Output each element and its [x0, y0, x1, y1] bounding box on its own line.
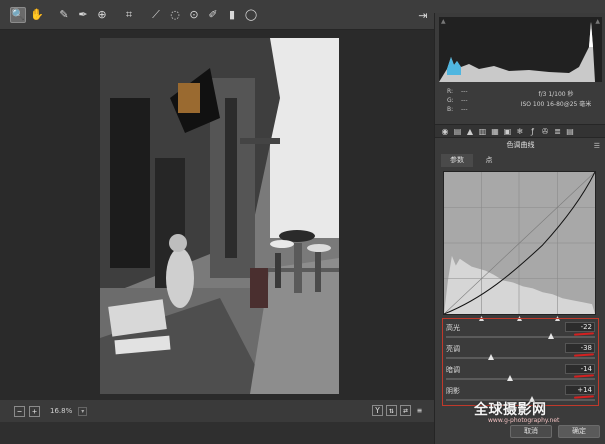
tab-point[interactable]: 点 [473, 154, 505, 167]
camera-exposure: f/3 1/100 秒 [538, 91, 574, 98]
targeted-adjustment-tool-icon[interactable]: ⊕ [94, 7, 110, 23]
panel-title: 色调曲线 ☰ [435, 139, 605, 151]
g-value: --- [461, 97, 468, 104]
status-bar: − + 16.8% ▾ Y ⇅ ⇄ ≡ [0, 400, 434, 422]
color-sampler-tool-icon[interactable]: ✒ [75, 7, 91, 23]
shadow-clip-icon[interactable]: ▲ [441, 18, 446, 25]
zoom-out-button[interactable]: − [14, 405, 25, 417]
image-canvas[interactable] [0, 30, 434, 400]
straighten-tool-icon[interactable]: ⟋ [148, 7, 164, 23]
tab-parametric[interactable]: 参数 [441, 154, 473, 167]
zoom-level: 16.8% [50, 407, 73, 415]
slider-lights: 亮调 -38 [443, 341, 598, 363]
swap-view-icon[interactable]: ⇅ [386, 405, 397, 416]
panel-tabs: ◉ ▤ ▲ ▥ ▦ ▣ ❄ ƒ ✇ ≣ ▤ [435, 124, 605, 138]
camera-iso-lens: ISO 100 16-80@25 毫米 [520, 101, 592, 108]
slider-label: 暗调 [446, 366, 460, 374]
white-balance-tool-icon[interactable]: ✎ [56, 7, 72, 23]
tab-snapshots-icon[interactable]: ▤ [564, 126, 576, 136]
r-value: --- [461, 88, 468, 95]
watermark-logo: 全球摄影网 [474, 402, 547, 418]
slider-darks: 暗调 -14 [443, 362, 598, 384]
slider-value-input[interactable]: -22 [565, 322, 595, 332]
spot-removal-tool-icon[interactable]: ◌ [167, 7, 183, 23]
zoom-in-button[interactable]: + [29, 405, 40, 417]
slider-track[interactable] [446, 357, 595, 359]
photo-preview [100, 38, 339, 394]
slider-track[interactable] [446, 378, 595, 380]
hand-tool-icon[interactable]: ✋ [29, 7, 45, 23]
slider-label: 亮调 [446, 345, 460, 353]
watermark-url: www.g-photography.net [488, 417, 560, 424]
slider-track[interactable] [446, 336, 595, 338]
curve-mode-tabs: 参数 点 [441, 154, 505, 167]
b-label: B: [447, 106, 454, 113]
highlight-clip-icon[interactable]: ▲ [595, 18, 600, 25]
slider-value-input[interactable]: +14 [565, 385, 595, 395]
zoom-dropdown-icon[interactable]: ▾ [78, 406, 88, 416]
tab-split-toning-icon[interactable]: ▦ [489, 126, 501, 136]
tab-lens-icon[interactable]: ▣ [502, 126, 514, 136]
tab-presets-icon[interactable]: ≣ [552, 126, 564, 136]
slider-label: 阴影 [446, 387, 460, 395]
tab-tone-curve-icon[interactable]: ▤ [452, 126, 464, 136]
r-label: R: [447, 88, 454, 95]
panel-title-text: 色调曲线 [506, 141, 535, 149]
adjustments-panel: ▲ ▲ R: --- G: --- B: --- f/3 1/100 秒 ISO 10… [434, 13, 605, 444]
camera-info: f/3 1/100 秒 ISO 100 16-80@25 毫米 [511, 90, 601, 110]
tab-calibration-icon[interactable]: ƒ [527, 126, 539, 136]
copy-settings-icon[interactable]: ⇄ [400, 405, 411, 416]
zoom-tool-icon[interactable]: 🔍 [10, 6, 26, 23]
g-label: G: [447, 97, 454, 104]
tab-hsl-icon[interactable]: ▥ [477, 126, 489, 136]
radial-filter-tool-icon[interactable]: ◯ [243, 7, 259, 23]
adjustment-brush-tool-icon[interactable]: ✐ [205, 7, 221, 23]
tab-effects-icon[interactable]: ❄ [514, 126, 526, 136]
tone-curve-graph[interactable] [443, 171, 596, 315]
tab-camera-icon[interactable]: ✇ [539, 126, 551, 136]
b-value: --- [461, 106, 468, 113]
photo-street-scene [100, 38, 339, 394]
slider-label: 高光 [446, 324, 460, 332]
toggle-settings-icon[interactable]: ≡ [414, 405, 425, 416]
export-icon[interactable]: ⇥ [415, 7, 431, 23]
graduated-filter-tool-icon[interactable]: ▮ [224, 7, 240, 23]
slider-value-input[interactable]: -14 [565, 364, 595, 374]
slider-value-input[interactable]: -38 [565, 343, 595, 353]
histogram: ▲ ▲ [439, 17, 602, 82]
watermark: 全球摄影网 www.g-photography.net [474, 399, 605, 429]
panel-menu-icon[interactable]: ☰ [594, 140, 600, 152]
slider-highlights: 高光 -22 [443, 320, 598, 342]
curve-sliders: 高光 -22 亮调 -38 暗调 -14 阴影 +14 [442, 318, 599, 406]
tab-basic-icon[interactable]: ◉ [439, 126, 451, 136]
red-eye-tool-icon[interactable]: ⊙ [186, 7, 202, 23]
before-after-toggle-button[interactable]: Y [372, 405, 383, 416]
crop-tool-icon[interactable]: ⌗ [121, 7, 137, 23]
tab-detail-icon[interactable]: ▲ [464, 126, 476, 136]
